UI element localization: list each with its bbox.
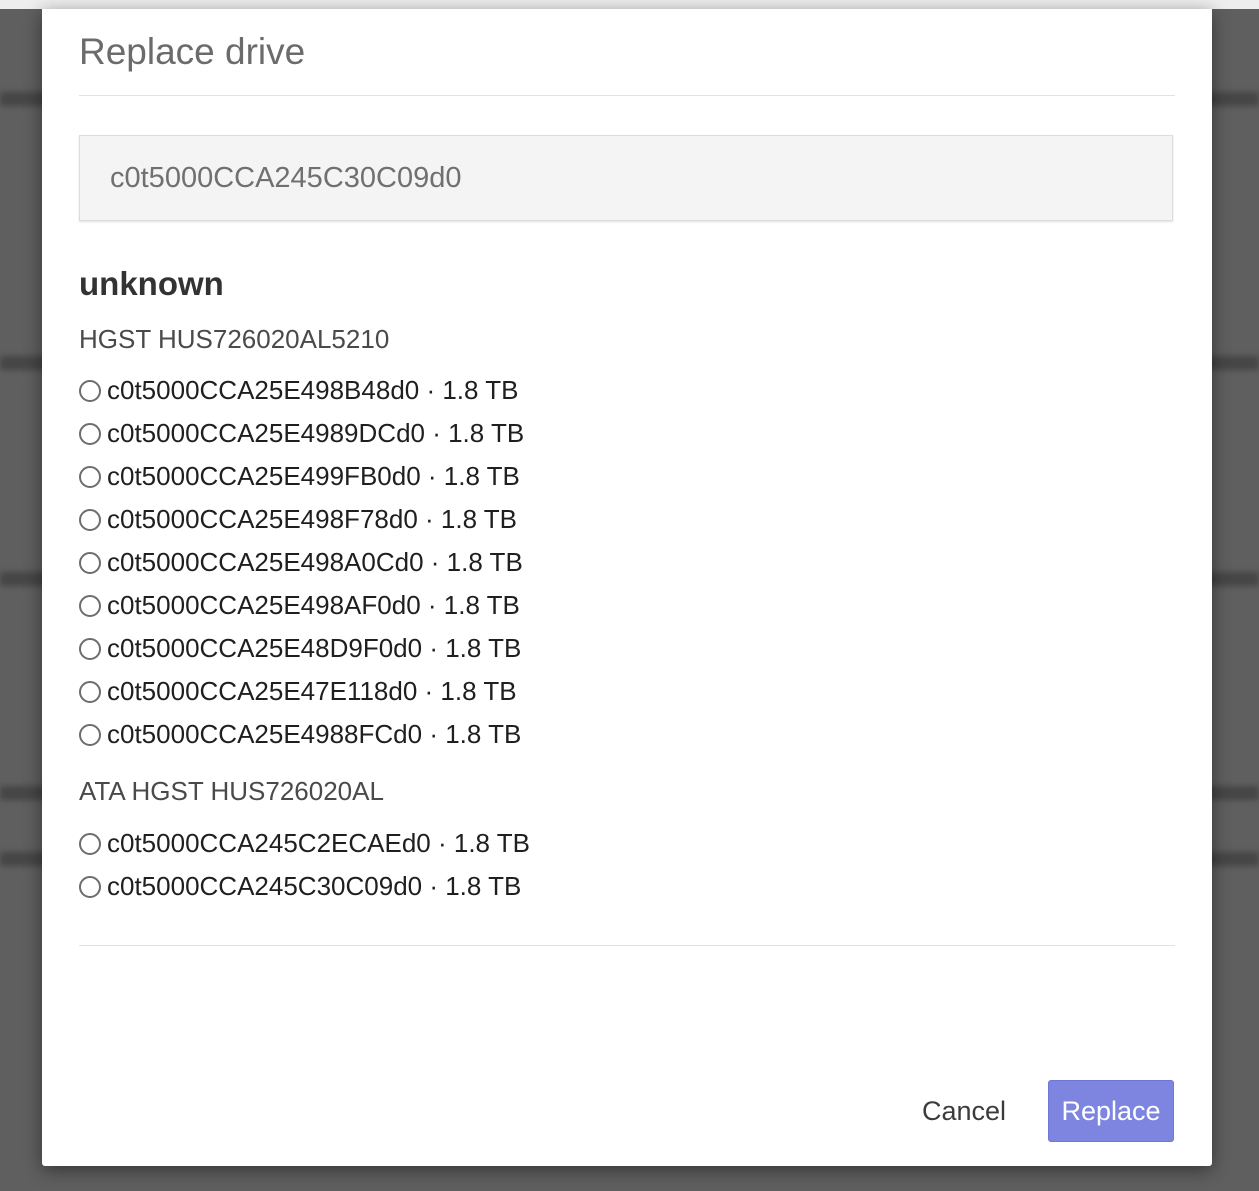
title-divider	[79, 95, 1175, 96]
radio-unchecked-icon[interactable]	[79, 465, 101, 488]
drive-list: c0t5000CCA245C2ECAEd0 · 1.8 TB c0t5000CC…	[79, 822, 530, 908]
dialog-title: Replace drive	[79, 31, 306, 72]
drive-option-label: c0t5000CCA25E498F78d0 · 1.8 TB	[107, 504, 518, 534]
radio-unchecked-icon[interactable]	[79, 637, 101, 660]
drive-option[interactable]: c0t5000CCA25E498A0Cd0 · 1.8 TB	[79, 541, 524, 584]
drive-option-label: c0t5000CCA245C2ECAEd0 · 1.8 TB	[107, 828, 530, 858]
drive-option-label: c0t5000CCA25E498A0Cd0 · 1.8 TB	[107, 547, 523, 577]
drive-list: c0t5000CCA25E498B48d0 · 1.8 TB c0t5000CC…	[79, 369, 524, 756]
drive-option[interactable]: c0t5000CCA25E499FB0d0 · 1.8 TB	[79, 455, 524, 498]
drive-option[interactable]: c0t5000CCA25E4989DCd0 · 1.8 TB	[79, 412, 524, 455]
cancel-button[interactable]: Cancel	[908, 1080, 1020, 1142]
drive-option-label: c0t5000CCA25E4989DCd0 · 1.8 TB	[107, 418, 525, 448]
drive-option[interactable]: c0t5000CCA25E498B48d0 · 1.8 TB	[79, 369, 524, 412]
drive-option[interactable]: c0t5000CCA25E4988FCd0 · 1.8 TB	[79, 713, 524, 756]
page-top-strip	[0, 0, 1259, 9]
replace-button[interactable]: Replace	[1048, 1080, 1174, 1142]
drive-option-label: c0t5000CCA25E499FB0d0 · 1.8 TB	[107, 461, 520, 491]
drive-option[interactable]: c0t5000CCA25E47E118d0 · 1.8 TB	[79, 670, 524, 713]
footer-divider	[79, 945, 1175, 946]
radio-unchecked-icon[interactable]	[79, 594, 101, 617]
drive-option-label: c0t5000CCA245C30C09d0 · 1.8 TB	[107, 871, 522, 901]
pool-name: unknown	[79, 265, 224, 302]
drive-option[interactable]: c0t5000CCA245C2ECAEd0 · 1.8 TB	[79, 822, 530, 865]
selected-drive-field: c0t5000CCA245C30C09d0	[79, 135, 1173, 221]
radio-unchecked-icon[interactable]	[79, 422, 101, 445]
drive-option-label: c0t5000CCA25E47E118d0 · 1.8 TB	[107, 676, 517, 706]
radio-unchecked-icon[interactable]	[79, 723, 101, 746]
drive-option-label: c0t5000CCA25E48D9F0d0 · 1.8 TB	[107, 633, 522, 663]
drive-option-label: c0t5000CCA25E498AF0d0 · 1.8 TB	[107, 590, 520, 620]
drive-option-label: c0t5000CCA25E4988FCd0 · 1.8 TB	[107, 719, 522, 749]
radio-unchecked-icon[interactable]	[79, 379, 101, 402]
drive-model-label: HGST HUS726020AL5210	[79, 324, 390, 354]
radio-unchecked-icon[interactable]	[79, 832, 101, 855]
radio-unchecked-icon[interactable]	[79, 875, 101, 898]
drive-option[interactable]: c0t5000CCA25E48D9F0d0 · 1.8 TB	[79, 627, 524, 670]
radio-unchecked-icon[interactable]	[79, 680, 101, 703]
replace-drive-dialog: Replace drive c0t5000CCA245C30C09d0 unkn…	[42, 9, 1212, 1166]
drive-option-label: c0t5000CCA25E498B48d0 · 1.8 TB	[107, 375, 519, 405]
drive-option[interactable]: c0t5000CCA25E498AF0d0 · 1.8 TB	[79, 584, 524, 627]
drive-option[interactable]: c0t5000CCA245C30C09d0 · 1.8 TB	[79, 865, 530, 908]
radio-unchecked-icon[interactable]	[79, 508, 101, 531]
drive-model-label: ATA HGST HUS726020AL	[79, 776, 384, 806]
radio-unchecked-icon[interactable]	[79, 551, 101, 574]
drive-option[interactable]: c0t5000CCA25E498F78d0 · 1.8 TB	[79, 498, 524, 541]
